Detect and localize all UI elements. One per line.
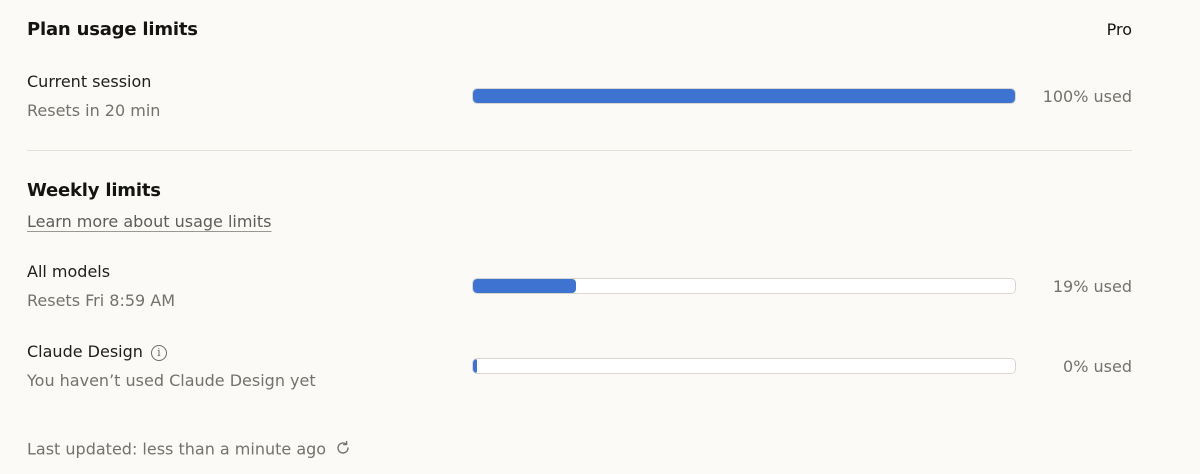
learn-more-link[interactable]: Learn more about usage limits	[27, 212, 271, 231]
current-session-title: Current session	[27, 72, 152, 91]
last-updated-row: Last updated: less than a minute ago	[27, 439, 352, 461]
claude-design-title: Claude Design	[27, 342, 143, 361]
claude-design-row-header: Claude Design i	[27, 342, 167, 361]
claude-design-progress-fill	[473, 359, 477, 373]
page-title: Plan usage limits	[27, 19, 198, 40]
section-divider	[27, 150, 1132, 151]
all-models-title: All models	[27, 262, 111, 281]
info-icon[interactable]: i	[150, 344, 167, 361]
all-models-progress-bar	[472, 278, 1016, 294]
current-session-reset: Resets in 20 min	[27, 101, 161, 120]
claude-design-status: You haven’t used Claude Design yet	[27, 371, 316, 390]
current-session-progress-bar	[472, 88, 1016, 104]
claude-design-percent: 0% used	[1063, 357, 1132, 376]
current-session-percent: 100% used	[1042, 87, 1132, 106]
weekly-limits-heading: Weekly limits	[27, 180, 161, 201]
current-session-progress-fill	[473, 89, 1015, 103]
all-models-progress-fill	[473, 279, 576, 293]
plan-badge: Pro	[1106, 20, 1132, 39]
refresh-icon[interactable]	[334, 439, 352, 461]
all-models-reset: Resets Fri 8:59 AM	[27, 291, 176, 310]
all-models-percent: 19% used	[1052, 277, 1132, 296]
last-updated-text: Last updated: less than a minute ago	[27, 439, 327, 459]
claude-design-progress-bar	[472, 358, 1016, 374]
